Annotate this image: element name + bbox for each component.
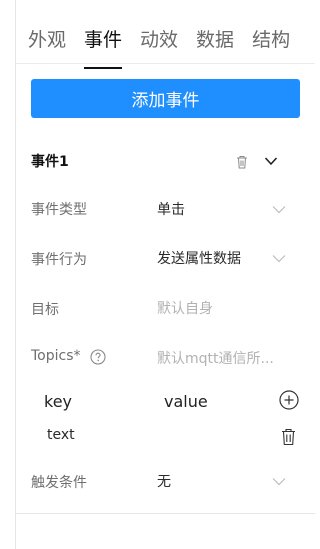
help-question-circle-icon[interactable] [90,349,106,365]
kv-key-header: key [44,392,73,411]
event-title: 事件1 [31,154,69,170]
tab-events[interactable]: 事件 [84,26,123,69]
kv-item-key[interactable]: text [47,427,75,443]
tab-structure[interactable]: 结构 [252,26,290,62]
tab-appearance[interactable]: 外观 [28,26,66,62]
event-action-label: 事件行为 [31,252,87,268]
delete-kv-trash-icon[interactable] [281,428,296,446]
tab-animation[interactable]: 动效 [140,26,178,62]
trigger-select[interactable]: 无 [157,471,171,491]
topics-label: Topics* [31,348,81,364]
add-event-button[interactable]: 添加事件 [31,79,300,118]
tab-bar: 外观 事件 动效 数据 结构 [28,26,308,69]
event-type-label: 事件类型 [31,202,87,218]
topics-input[interactable]: 默认mqtt通信所... [157,348,274,368]
event-action-chevron-down-icon[interactable] [272,254,286,263]
trigger-chevron-down-icon[interactable] [272,477,286,486]
delete-event-trash-icon[interactable] [236,155,248,169]
panel-left-border [15,0,16,549]
section-divider [16,513,315,514]
target-input[interactable]: 默认自身 [157,298,213,318]
trigger-label: 触发条件 [31,475,87,491]
target-label: 目标 [31,302,59,318]
add-kv-plus-circle-icon[interactable] [279,390,299,410]
event-type-chevron-down-icon[interactable] [272,205,286,214]
event-action-select[interactable]: 发送属性数据 [157,248,241,268]
kv-value-header: value [164,392,208,411]
collapse-event-chevron-down-icon[interactable] [264,156,278,166]
tab-divider [16,63,315,64]
event-type-select[interactable]: 单击 [157,199,185,219]
tab-data[interactable]: 数据 [196,26,234,62]
